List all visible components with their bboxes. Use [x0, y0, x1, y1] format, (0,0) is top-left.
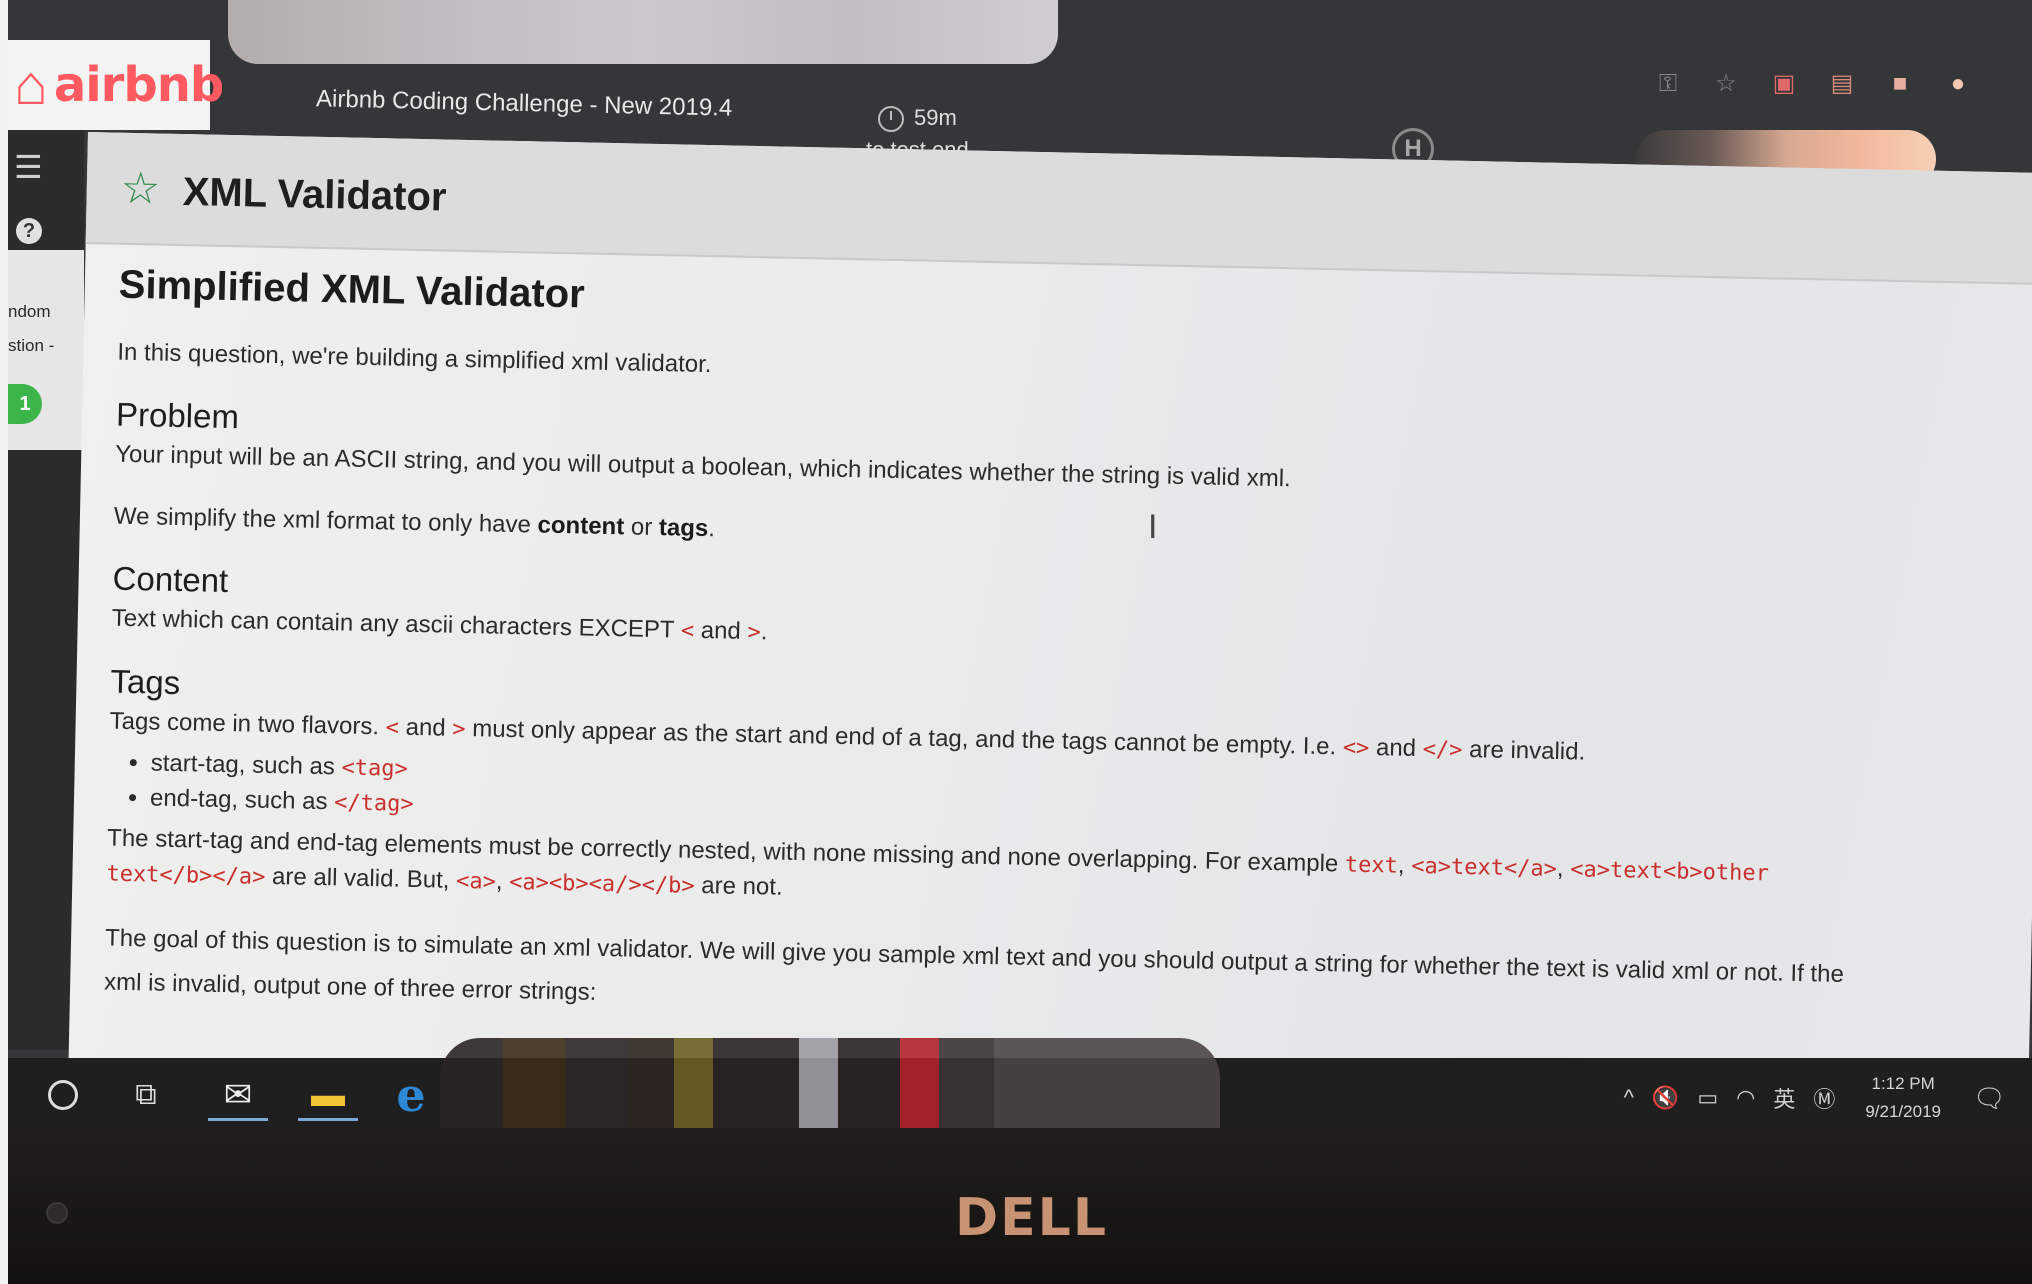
not-text: are not. [700, 872, 783, 901]
star-favorite-icon[interactable]: ☆ [120, 164, 160, 214]
tags-and-2: and [1375, 734, 1417, 762]
code-example: <a>text<b>other [1570, 857, 1770, 887]
code-example: text [1344, 852, 1399, 879]
question-panel: ☆ XML Validator Simplified XML Validator… [68, 132, 2032, 1103]
windows-taskbar: ⧉ ✉ ▬ e ^ 🔇 ▭ ◠ 英 Ⓜ 1:12 PM 9/21/2019 🗨 [8, 1038, 2032, 1128]
simplify-end: . [707, 515, 716, 543]
laptop-bezel-left [0, 0, 8, 1284]
simplify-tags: tags [658, 514, 709, 543]
taskbar-clock[interactable]: 1:12 PM 9/21/2019 [1865, 1070, 1941, 1126]
system-tray: ^ 🔇 ▭ ◠ 英 Ⓜ 1:12 PM 9/21/2019 🗨 [1624, 1058, 2006, 1128]
rail-text-2: stion - [8, 336, 55, 355]
question-body: Simplified XML Validator In this questio… [104, 263, 1999, 1049]
valid-text: are all valid. But, [271, 863, 450, 894]
bullet-text: start-tag, such as [150, 749, 336, 781]
code-gt: > [452, 716, 466, 743]
challenge-title: Airbnb Coding Challenge - New 2019.4 [315, 85, 733, 122]
ime-icon[interactable]: Ⓜ [1813, 1082, 1835, 1114]
edge-browser-icon[interactable]: e [386, 1068, 436, 1122]
simplify-prefix: We simplify the xml format to only have [113, 502, 532, 539]
simplify-or: or [630, 513, 653, 541]
file-explorer-icon[interactable]: ▬ [298, 1072, 358, 1121]
notification-center-icon[interactable]: 🗨 [1973, 1083, 2006, 1114]
content-prefix: Text which can contain any ascii charact… [111, 604, 675, 644]
wifi-icon[interactable]: ◠ [1736, 1085, 1755, 1111]
dell-logo: DELL [955, 1188, 1108, 1248]
code-empty-start-tag: <> [1342, 735, 1370, 761]
task-view-icon[interactable]: ⧉ [126, 1072, 166, 1118]
code-bad-example: <a><b><a/></b> [508, 869, 695, 899]
code-bad-example: <a> [455, 868, 497, 895]
airbnb-logo[interactable]: ⌂ airbnb [8, 40, 224, 130]
menu-list-icon[interactable]: ☰ [14, 148, 43, 186]
mail-icon[interactable]: ✉ [208, 1072, 268, 1121]
simplify-paragraph: We simplify the xml format to only have … [114, 500, 1994, 573]
search-circle-icon[interactable] [46, 1072, 80, 1118]
battery-icon[interactable]: ▭ [1697, 1085, 1718, 1111]
laptop-screen: ⚿ ☆ ▣ ▤ ■ ● ⌂ airbnb Airbnb Coding Chall… [8, 0, 2032, 1128]
panel-title: XML Validator [182, 170, 447, 220]
code-lt: < [385, 715, 400, 741]
taskbar-apps-blurred [440, 1038, 1220, 1128]
code-example: text</b></a> [106, 861, 266, 890]
logo-text: airbnb [53, 57, 224, 113]
content-end: . [760, 618, 768, 646]
chevron-up-icon[interactable]: ^ [1624, 1085, 1634, 1111]
code-empty-end-tag: </> [1422, 737, 1463, 763]
clock-time: 1:12 PM [1871, 1074, 1935, 1093]
intro-text: In this question, we're building a simpl… [117, 338, 712, 379]
code-gt: > [747, 619, 761, 646]
content-and: and [700, 616, 742, 645]
simplify-content: content [537, 511, 625, 541]
bullet-text: end-tag, such as [149, 784, 328, 816]
code-start-tag: <tag> [341, 755, 408, 782]
code-end-tag: </tag> [333, 790, 414, 817]
code-example: <a>text</a> [1410, 853, 1558, 882]
tags-and: and [405, 713, 446, 742]
speaker-muted-icon[interactable]: 🔇 [1652, 1085, 1679, 1111]
airbnb-belo-icon: ⌂ [14, 53, 48, 116]
laptop-sensor [46, 1202, 68, 1224]
rail-text-1: ndom [8, 302, 51, 321]
code-lt: < [680, 618, 695, 644]
tags-invalid: are invalid. [1468, 736, 1586, 766]
tags-prefix: Tags come in two flavors. [109, 707, 380, 741]
timer-value: 59m [913, 105, 957, 130]
clock-date: 9/21/2019 [1865, 1102, 1941, 1121]
text-cursor-icon: I [1148, 508, 1158, 546]
input-language-indicator[interactable]: 英 [1773, 1082, 1795, 1114]
help-icon[interactable]: ? [16, 218, 42, 244]
clock-icon [877, 106, 904, 133]
